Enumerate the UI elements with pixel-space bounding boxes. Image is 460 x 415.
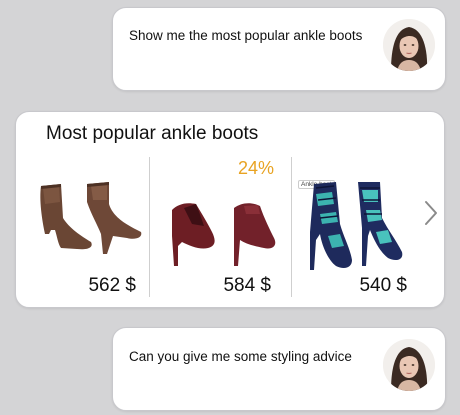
user-message-1: Show me the most popular ankle boots bbox=[112, 7, 446, 91]
product-carousel-card: Most popular ankle boots 562 $ 24% 584 $… bbox=[15, 111, 445, 308]
user-avatar[interactable] bbox=[383, 339, 435, 391]
user-message-2: Can you give me some styling advice bbox=[112, 327, 446, 411]
message-text: Show me the most popular ankle boots bbox=[129, 28, 363, 43]
product-price: 540 $ bbox=[359, 275, 407, 296]
product-image[interactable] bbox=[156, 174, 291, 274]
user-avatar[interactable] bbox=[383, 19, 435, 71]
product-image[interactable] bbox=[292, 174, 427, 274]
product-image[interactable] bbox=[21, 174, 156, 274]
product-item-2[interactable]: 24% 584 $ bbox=[156, 152, 291, 302]
divider bbox=[149, 157, 150, 297]
product-price: 584 $ bbox=[223, 275, 271, 296]
product-price: 562 $ bbox=[88, 275, 136, 296]
message-text: Can you give me some styling advice bbox=[129, 349, 352, 364]
product-item-3[interactable]: Ankle boot 540 $ bbox=[292, 152, 427, 302]
product-item-1[interactable]: 562 $ bbox=[21, 152, 156, 302]
chevron-right-icon[interactable] bbox=[424, 200, 438, 226]
card-title: Most popular ankle boots bbox=[46, 123, 259, 144]
